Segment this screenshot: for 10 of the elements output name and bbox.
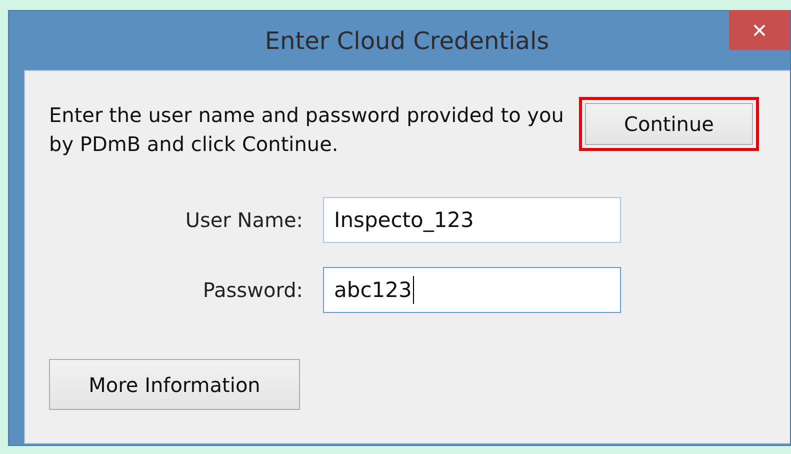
input-field[interactable]: Inspecto_123 xyxy=(323,197,621,243)
close-button[interactable]: × xyxy=(729,10,790,50)
field-label: Password: xyxy=(202,278,303,302)
continue-button[interactable]: Continue xyxy=(585,103,753,145)
field-label: User Name: xyxy=(184,208,303,232)
text-cursor xyxy=(412,276,414,304)
input-field[interactable]: abc123 xyxy=(323,267,621,313)
window-title: Enter Cloud Credentials xyxy=(264,26,550,54)
more-information-button[interactable]: More Information xyxy=(49,359,300,410)
instruction-text: Enter the user name and password provided to you by PDmB and click Continue. xyxy=(49,102,565,158)
